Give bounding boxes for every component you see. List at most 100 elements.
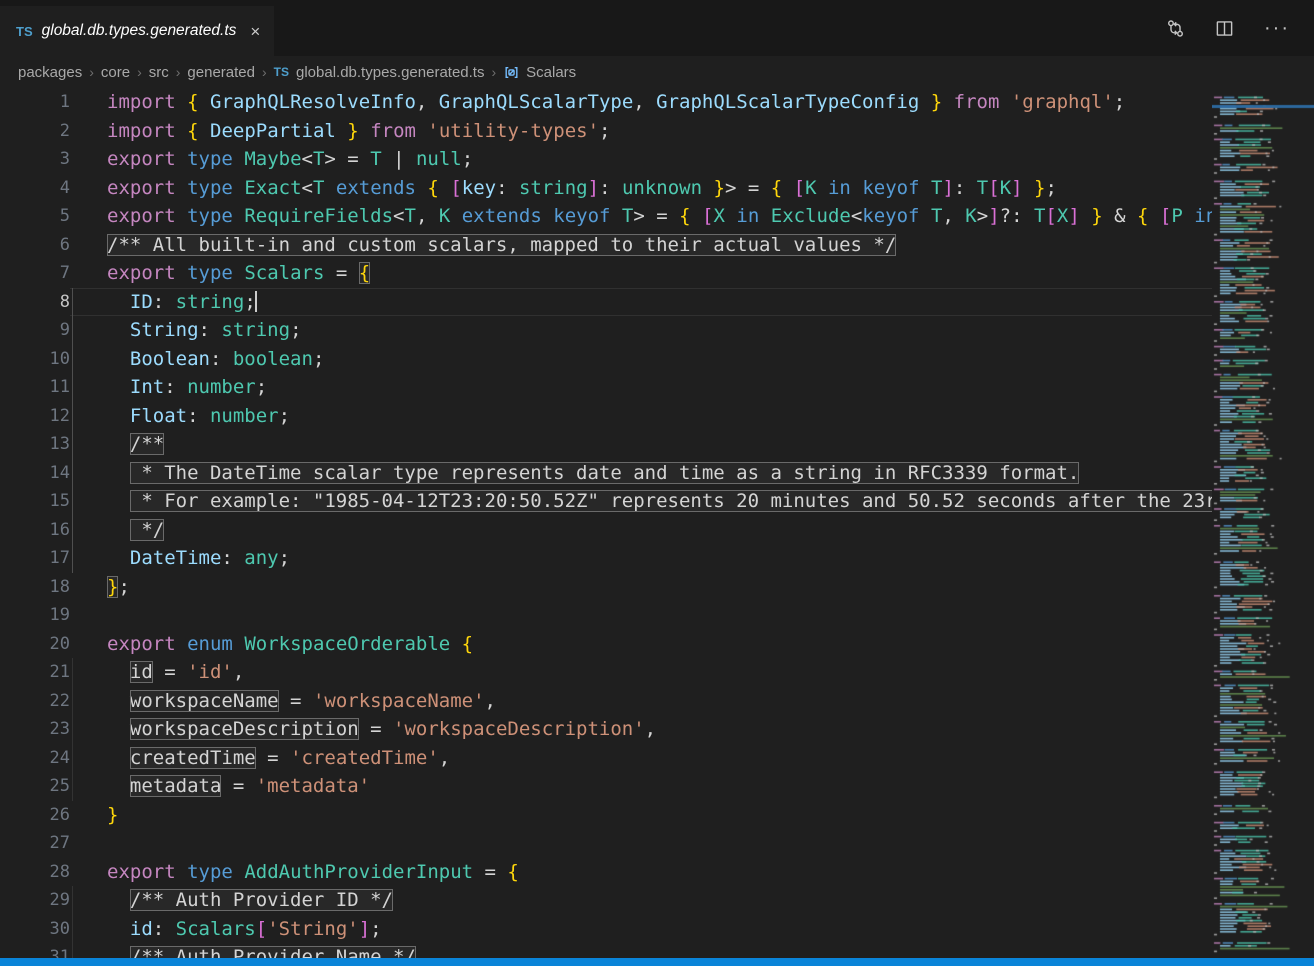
- line-number[interactable]: 6: [0, 235, 70, 255]
- breadcrumb-item-file[interactable]: TSglobal.db.types.generated.ts: [274, 64, 485, 81]
- tab-title: global.db.types.generated.ts: [42, 22, 237, 40]
- indent-guide: [72, 915, 73, 944]
- code-line-19[interactable]: 19: [0, 601, 1212, 630]
- typescript-file-icon: TS: [274, 65, 289, 79]
- breadcrumb-item-core[interactable]: core: [101, 64, 130, 81]
- code-line-12[interactable]: 12 Float: number;: [0, 402, 1212, 431]
- code-line-10[interactable]: 10 Boolean: boolean;: [0, 345, 1212, 374]
- breadcrumb-separator: ›: [89, 64, 94, 80]
- code-line-15[interactable]: 15 * For example: "1985-04-12T23:20:50.5…: [0, 487, 1212, 516]
- line-number[interactable]: 15: [0, 491, 70, 511]
- code-line-5[interactable]: 5export type RequireFields<T, K extends …: [0, 202, 1212, 231]
- indent-guide: [72, 345, 73, 374]
- line-content: workspaceName = 'workspaceName',: [70, 687, 1212, 716]
- code-line-7[interactable]: 7export type Scalars = {: [0, 259, 1212, 288]
- code-line-3[interactable]: 3export type Maybe<T> = T | null;: [0, 145, 1212, 174]
- line-number[interactable]: 28: [0, 862, 70, 882]
- line-content: Boolean: boolean;: [70, 345, 1212, 374]
- code-line-22[interactable]: 22 workspaceName = 'workspaceName',: [0, 687, 1212, 716]
- line-number[interactable]: 5: [0, 206, 70, 226]
- line-number[interactable]: 13: [0, 434, 70, 454]
- line-content: metadata = 'metadata': [70, 772, 1212, 801]
- breadcrumb-separator: ›: [176, 64, 181, 80]
- code-line-26[interactable]: 26}: [0, 801, 1212, 830]
- code-line-14[interactable]: 14 * The DateTime scalar type represents…: [0, 459, 1212, 488]
- line-content: export type Maybe<T> = T | null;: [70, 145, 1212, 174]
- code-line-1[interactable]: 1import { GraphQLResolveInfo, GraphQLSca…: [0, 88, 1212, 117]
- line-number[interactable]: 8: [0, 292, 70, 312]
- code-line-25[interactable]: 25 metadata = 'metadata': [0, 772, 1212, 801]
- breadcrumb-item-symbol[interactable]: Scalars: [503, 64, 576, 81]
- line-content: }: [70, 801, 1212, 830]
- code-line-27[interactable]: 27: [0, 829, 1212, 858]
- line-number[interactable]: 17: [0, 548, 70, 568]
- line-number[interactable]: 29: [0, 890, 70, 910]
- minimap[interactable]: [1212, 88, 1314, 966]
- breadcrumb-item-packages[interactable]: packages: [18, 64, 82, 81]
- line-content: workspaceDescription = 'workspaceDescrip…: [70, 715, 1212, 744]
- line-number[interactable]: 30: [0, 919, 70, 939]
- line-number[interactable]: 25: [0, 776, 70, 796]
- indent-guide: [72, 402, 73, 431]
- breadcrumb-separator: ›: [262, 64, 267, 80]
- line-number[interactable]: 21: [0, 662, 70, 682]
- code-line-11[interactable]: 11 Int: number;: [0, 373, 1212, 402]
- split-editor-icon: [1215, 19, 1234, 38]
- code-line-4[interactable]: 4export type Exact<T extends { [key: str…: [0, 174, 1212, 203]
- line-number[interactable]: 26: [0, 805, 70, 825]
- code-line-21[interactable]: 21 id = 'id',: [0, 658, 1212, 687]
- line-number[interactable]: 1: [0, 92, 70, 112]
- line-number[interactable]: 10: [0, 349, 70, 369]
- code-line-2[interactable]: 2import { DeepPartial } from 'utility-ty…: [0, 117, 1212, 146]
- line-number[interactable]: 22: [0, 691, 70, 711]
- typescript-file-icon: TS: [16, 24, 33, 39]
- tab-global-db-types-generated[interactable]: TS global.db.types.generated.ts ×: [0, 6, 274, 56]
- line-content: DateTime: any;: [70, 544, 1212, 573]
- line-number[interactable]: 12: [0, 406, 70, 426]
- indent-guide: [72, 744, 73, 773]
- breadcrumb-item-src[interactable]: src: [149, 64, 169, 81]
- code-line-8[interactable]: 8 ID: string;: [0, 288, 1212, 317]
- line-number[interactable]: 7: [0, 263, 70, 283]
- text-cursor: [255, 291, 257, 312]
- more-actions-button[interactable]: ···: [1264, 17, 1290, 40]
- code-line-16[interactable]: 16 */: [0, 516, 1212, 545]
- tab-close-icon[interactable]: ×: [250, 23, 260, 40]
- editor-actions: ···: [1166, 0, 1314, 56]
- line-number[interactable]: 27: [0, 833, 70, 853]
- code-editor[interactable]: 1import { GraphQLResolveInfo, GraphQLSca…: [0, 88, 1212, 966]
- line-content: export type Exact<T extends { [key: stri…: [70, 174, 1212, 203]
- line-number[interactable]: 20: [0, 634, 70, 654]
- line-number[interactable]: 11: [0, 377, 70, 397]
- code-line-13[interactable]: 13 /**: [0, 430, 1212, 459]
- line-number[interactable]: 2: [0, 121, 70, 141]
- line-number[interactable]: 18: [0, 577, 70, 597]
- code-line-18[interactable]: 18};: [0, 573, 1212, 602]
- line-content: import { GraphQLResolveInfo, GraphQLScal…: [70, 88, 1212, 117]
- line-content: String: string;: [70, 316, 1212, 345]
- line-number[interactable]: 9: [0, 320, 70, 340]
- code-line-29[interactable]: 29 /** Auth Provider ID */: [0, 886, 1212, 915]
- code-line-6[interactable]: 6/** All built-in and custom scalars, ma…: [0, 231, 1212, 260]
- code-line-24[interactable]: 24 createdTime = 'createdTime',: [0, 744, 1212, 773]
- breadcrumb-item-generated[interactable]: generated: [187, 64, 255, 81]
- split-editor-button[interactable]: [1215, 19, 1234, 38]
- indent-guide: [72, 544, 73, 573]
- line-number[interactable]: 14: [0, 463, 70, 483]
- line-number[interactable]: 16: [0, 520, 70, 540]
- open-changes-button[interactable]: [1166, 19, 1185, 38]
- code-line-30[interactable]: 30 id: Scalars['String'];: [0, 915, 1212, 944]
- indent-guide: [72, 487, 73, 516]
- line-number[interactable]: 19: [0, 605, 70, 625]
- line-number[interactable]: 3: [0, 149, 70, 169]
- code-line-23[interactable]: 23 workspaceDescription = 'workspaceDesc…: [0, 715, 1212, 744]
- line-number[interactable]: 4: [0, 178, 70, 198]
- code-line-20[interactable]: 20export enum WorkspaceOrderable {: [0, 630, 1212, 659]
- code-line-9[interactable]: 9 String: string;: [0, 316, 1212, 345]
- line-content: createdTime = 'createdTime',: [70, 744, 1212, 773]
- line-content: Float: number;: [70, 402, 1212, 431]
- line-number[interactable]: 23: [0, 719, 70, 739]
- code-line-17[interactable]: 17 DateTime: any;: [0, 544, 1212, 573]
- code-line-28[interactable]: 28export type AddAuthProviderInput = {: [0, 858, 1212, 887]
- line-number[interactable]: 24: [0, 748, 70, 768]
